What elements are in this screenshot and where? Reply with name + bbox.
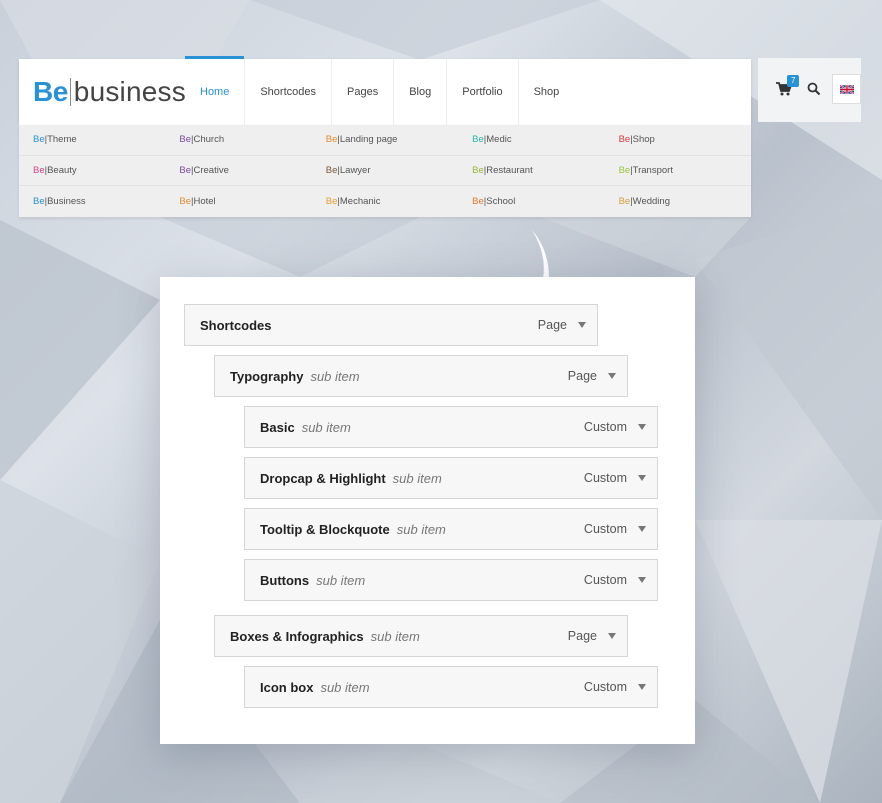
demo-link[interactable]: Be|Beauty	[19, 165, 165, 176]
demo-link[interactable]: Be|Transport	[605, 165, 751, 176]
menu-item-tooltip-blockquote[interactable]: Tooltip & Blockquote sub item Custom	[244, 508, 658, 550]
uk-flag-icon	[839, 84, 854, 94]
demos-dropdown: Be|Theme Be|Church Be|Landing page Be|Me…	[19, 125, 751, 217]
demo-link[interactable]: Be|Wedding	[605, 196, 751, 207]
menu-item-type: Custom	[583, 522, 627, 536]
demo-link[interactable]: Be|Creative	[165, 165, 311, 176]
dropdown-arrow-icon[interactable]	[578, 322, 586, 328]
site-header: Be business Home Shortcodes Pages Blog P…	[19, 56, 751, 125]
header-tools: 7	[758, 58, 861, 122]
menu-item-sub-label: sub item	[301, 419, 351, 435]
demo-link[interactable]: Be|Theme	[19, 134, 165, 145]
menu-structure-panel: Shortcodes Page Typography sub item Page…	[160, 277, 695, 744]
menu-item-dropcap-highlight[interactable]: Dropcap & Highlight sub item Custom	[244, 457, 658, 499]
menu-item-title: Basic	[260, 419, 295, 435]
demo-link[interactable]: Be|Lawyer	[312, 165, 458, 176]
demo-link[interactable]: Be|Restaurant	[458, 165, 604, 176]
menu-item-sub-label: sub item	[320, 679, 370, 695]
menu-item-title: Dropcap & Highlight	[260, 470, 386, 486]
menu-item-title: Boxes & Infographics	[230, 628, 364, 644]
nav-item-pages[interactable]: Pages	[332, 59, 395, 125]
menu-item-title: Typography	[230, 368, 304, 384]
menu-item-title: Tooltip & Blockquote	[260, 521, 390, 537]
menu-item-type: Custom	[583, 680, 627, 694]
menu-item-boxes-infographics[interactable]: Boxes & Infographics sub item Page	[214, 615, 628, 657]
demo-row: Be|Business Be|Hotel Be|Mechanic Be|Scho…	[19, 186, 751, 217]
menu-item-sub-label: sub item	[310, 368, 360, 384]
menu-item-basic[interactable]: Basic sub item Custom	[244, 406, 658, 448]
cart-count-badge: 7	[787, 75, 800, 87]
menu-item-type: Custom	[583, 471, 627, 485]
menu-item-sub-label: sub item	[392, 470, 442, 486]
logo-separator	[69, 78, 71, 106]
demo-link[interactable]: Be|Shop	[605, 134, 751, 145]
logo-name: business	[73, 76, 186, 107]
menu-item-type: Custom	[583, 420, 627, 434]
demo-link[interactable]: Be|Hotel	[165, 196, 311, 207]
demo-link[interactable]: Be|Church	[165, 134, 311, 145]
demo-link[interactable]: Be|Mechanic	[312, 196, 458, 207]
menu-item-buttons[interactable]: Buttons sub item Custom	[244, 559, 658, 601]
demo-link[interactable]: Be|School	[458, 196, 604, 207]
dropdown-arrow-icon[interactable]	[608, 373, 616, 379]
demo-link[interactable]: Be|Landing page	[312, 134, 458, 145]
nav-item-shop[interactable]: Shop	[519, 59, 575, 125]
menu-item-type: Page	[567, 369, 597, 383]
dropdown-arrow-icon[interactable]	[608, 633, 616, 639]
nav-item-portfolio[interactable]: Portfolio	[447, 59, 519, 125]
dropdown-arrow-icon[interactable]	[638, 577, 646, 583]
demo-link[interactable]: Be|Business	[19, 196, 165, 207]
demo-row: Be|Theme Be|Church Be|Landing page Be|Me…	[19, 125, 751, 156]
search-icon[interactable]	[807, 82, 821, 96]
nav-item-shortcodes[interactable]: Shortcodes	[245, 59, 332, 125]
nav-item-home[interactable]: Home	[185, 56, 246, 125]
menu-item-sub-label: sub item	[396, 521, 446, 537]
dropdown-arrow-icon[interactable]	[638, 475, 646, 481]
main-nav: Home Shortcodes Pages Blog Portfolio Sho…	[185, 56, 575, 125]
menu-item-title: Shortcodes	[200, 317, 272, 333]
logo-be: Be	[33, 76, 68, 107]
nav-item-blog[interactable]: Blog	[394, 59, 448, 125]
menu-item-type: Page	[537, 318, 567, 332]
menu-item-type: Custom	[583, 573, 627, 587]
language-switcher[interactable]	[832, 74, 861, 104]
menu-item-icon-box[interactable]: Icon box sub item Custom	[244, 666, 658, 708]
menu-item-type: Page	[567, 629, 597, 643]
curve-connector	[532, 230, 549, 278]
dropdown-arrow-icon[interactable]	[638, 526, 646, 532]
menu-item-shortcodes[interactable]: Shortcodes Page	[184, 304, 598, 346]
menu-item-title: Buttons	[260, 572, 310, 588]
logo[interactable]: Be business	[33, 76, 186, 108]
demo-row: Be|Beauty Be|Creative Be|Lawyer Be|Resta…	[19, 156, 751, 186]
dropdown-arrow-icon[interactable]	[638, 424, 646, 430]
menu-item-sub-label: sub item	[316, 572, 366, 588]
dropdown-arrow-icon[interactable]	[638, 684, 646, 690]
demo-link[interactable]: Be|Medic	[458, 134, 604, 145]
menu-item-sub-label: sub item	[370, 628, 420, 644]
menu-item-title: Icon box	[260, 679, 314, 695]
menu-item-typography[interactable]: Typography sub item Page	[214, 355, 628, 397]
